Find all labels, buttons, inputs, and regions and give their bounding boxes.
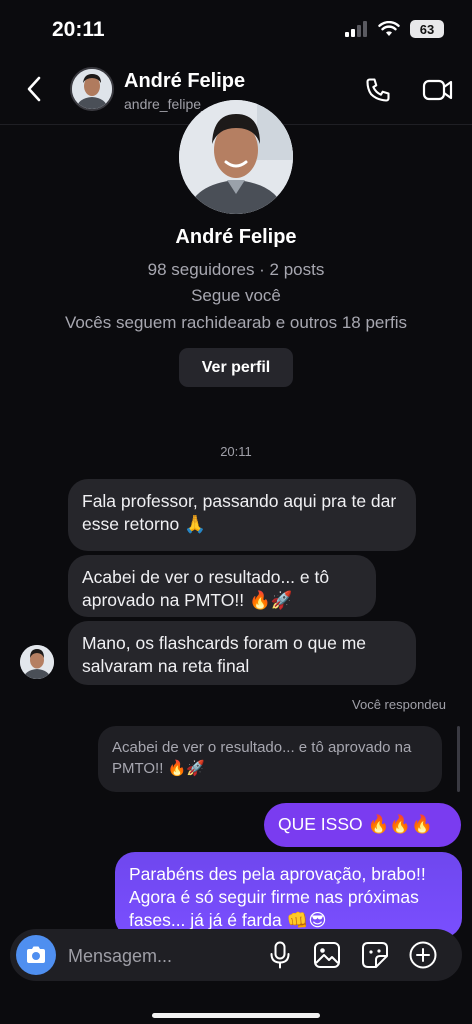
message-composer	[10, 929, 462, 981]
quoted-message[interactable]: Acabei de ver o resultado... e tô aprova…	[98, 726, 442, 792]
sender-avatar[interactable]	[20, 645, 54, 679]
status-icons: 63	[344, 20, 444, 38]
phone-icon[interactable]	[364, 76, 392, 104]
video-call-icon[interactable]	[422, 76, 454, 104]
status-time: 20:11	[52, 18, 105, 41]
incoming-message[interactable]: Fala professor, passando aqui pra te dar…	[68, 479, 416, 551]
wifi-icon	[378, 21, 400, 36]
battery-indicator: 63	[410, 20, 444, 38]
gallery-icon[interactable]	[313, 941, 341, 969]
contact-name[interactable]: André Felipe	[124, 70, 245, 93]
view-profile-button[interactable]: Ver perfil	[179, 348, 293, 387]
outgoing-message[interactable]: QUE ISSO 🔥🔥🔥	[264, 803, 461, 847]
message-input[interactable]	[66, 939, 260, 973]
header-avatar[interactable]	[70, 67, 114, 111]
home-indicator	[152, 1013, 320, 1018]
outgoing-message[interactable]: Parabéns des pela aprovação, brabo!! Ago…	[115, 852, 462, 938]
quote-bar	[457, 726, 460, 792]
follows-you-label: Segue você	[191, 286, 281, 305]
add-icon[interactable]	[408, 940, 438, 970]
mutual-followers: Vocês seguem rachidearab e outros 18 per…	[64, 313, 408, 332]
back-icon[interactable]	[26, 76, 42, 102]
message-timestamp: 20:11	[220, 444, 252, 459]
camera-button[interactable]	[16, 935, 56, 975]
profile-picture[interactable]	[179, 100, 293, 214]
you-replied-label: Você respondeu	[352, 697, 446, 712]
camera-icon	[27, 946, 45, 963]
contact-username[interactable]: andre_felipe_	[124, 96, 209, 112]
profile-stats: 98 seguidores · 2 posts	[147, 260, 325, 279]
profile-name: André Felipe	[175, 226, 297, 248]
incoming-message[interactable]: Mano, os flashcards foram o que me salva…	[68, 621, 416, 685]
signal-icon	[345, 21, 367, 37]
sticker-icon[interactable]	[361, 941, 389, 969]
incoming-message[interactable]: Acabei de ver o resultado... e tô aprova…	[68, 555, 376, 617]
microphone-icon[interactable]	[269, 941, 291, 969]
